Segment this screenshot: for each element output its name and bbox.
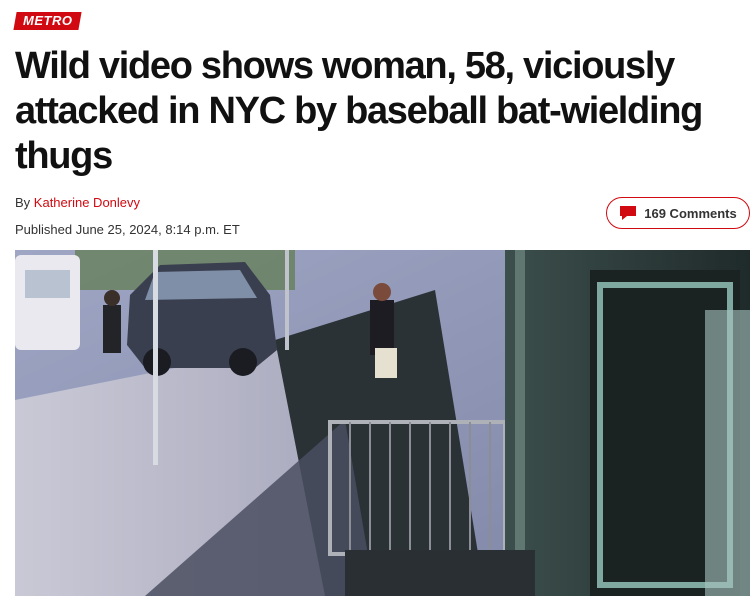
section-tag-label: METRO xyxy=(23,13,73,28)
author-link[interactable]: Katherine Donlevy xyxy=(34,195,140,210)
comments-count: 169 Comments xyxy=(644,205,737,221)
hero-video-still[interactable] xyxy=(15,250,750,596)
comments-button[interactable]: 169 Comments xyxy=(606,197,750,229)
article-headline: Wild video shows woman, 58, viciously at… xyxy=(15,45,703,177)
article-meta: By Katherine Donlevy Published June 25, … xyxy=(15,195,750,245)
article-header: METRO Wild video shows woman, 58, viciou… xyxy=(13,12,750,245)
surveillance-footage-image xyxy=(15,250,750,596)
speech-bubble-icon xyxy=(620,206,637,220)
section-tag-metro[interactable]: METRO xyxy=(13,12,83,30)
byline-prefix: By xyxy=(15,195,31,210)
